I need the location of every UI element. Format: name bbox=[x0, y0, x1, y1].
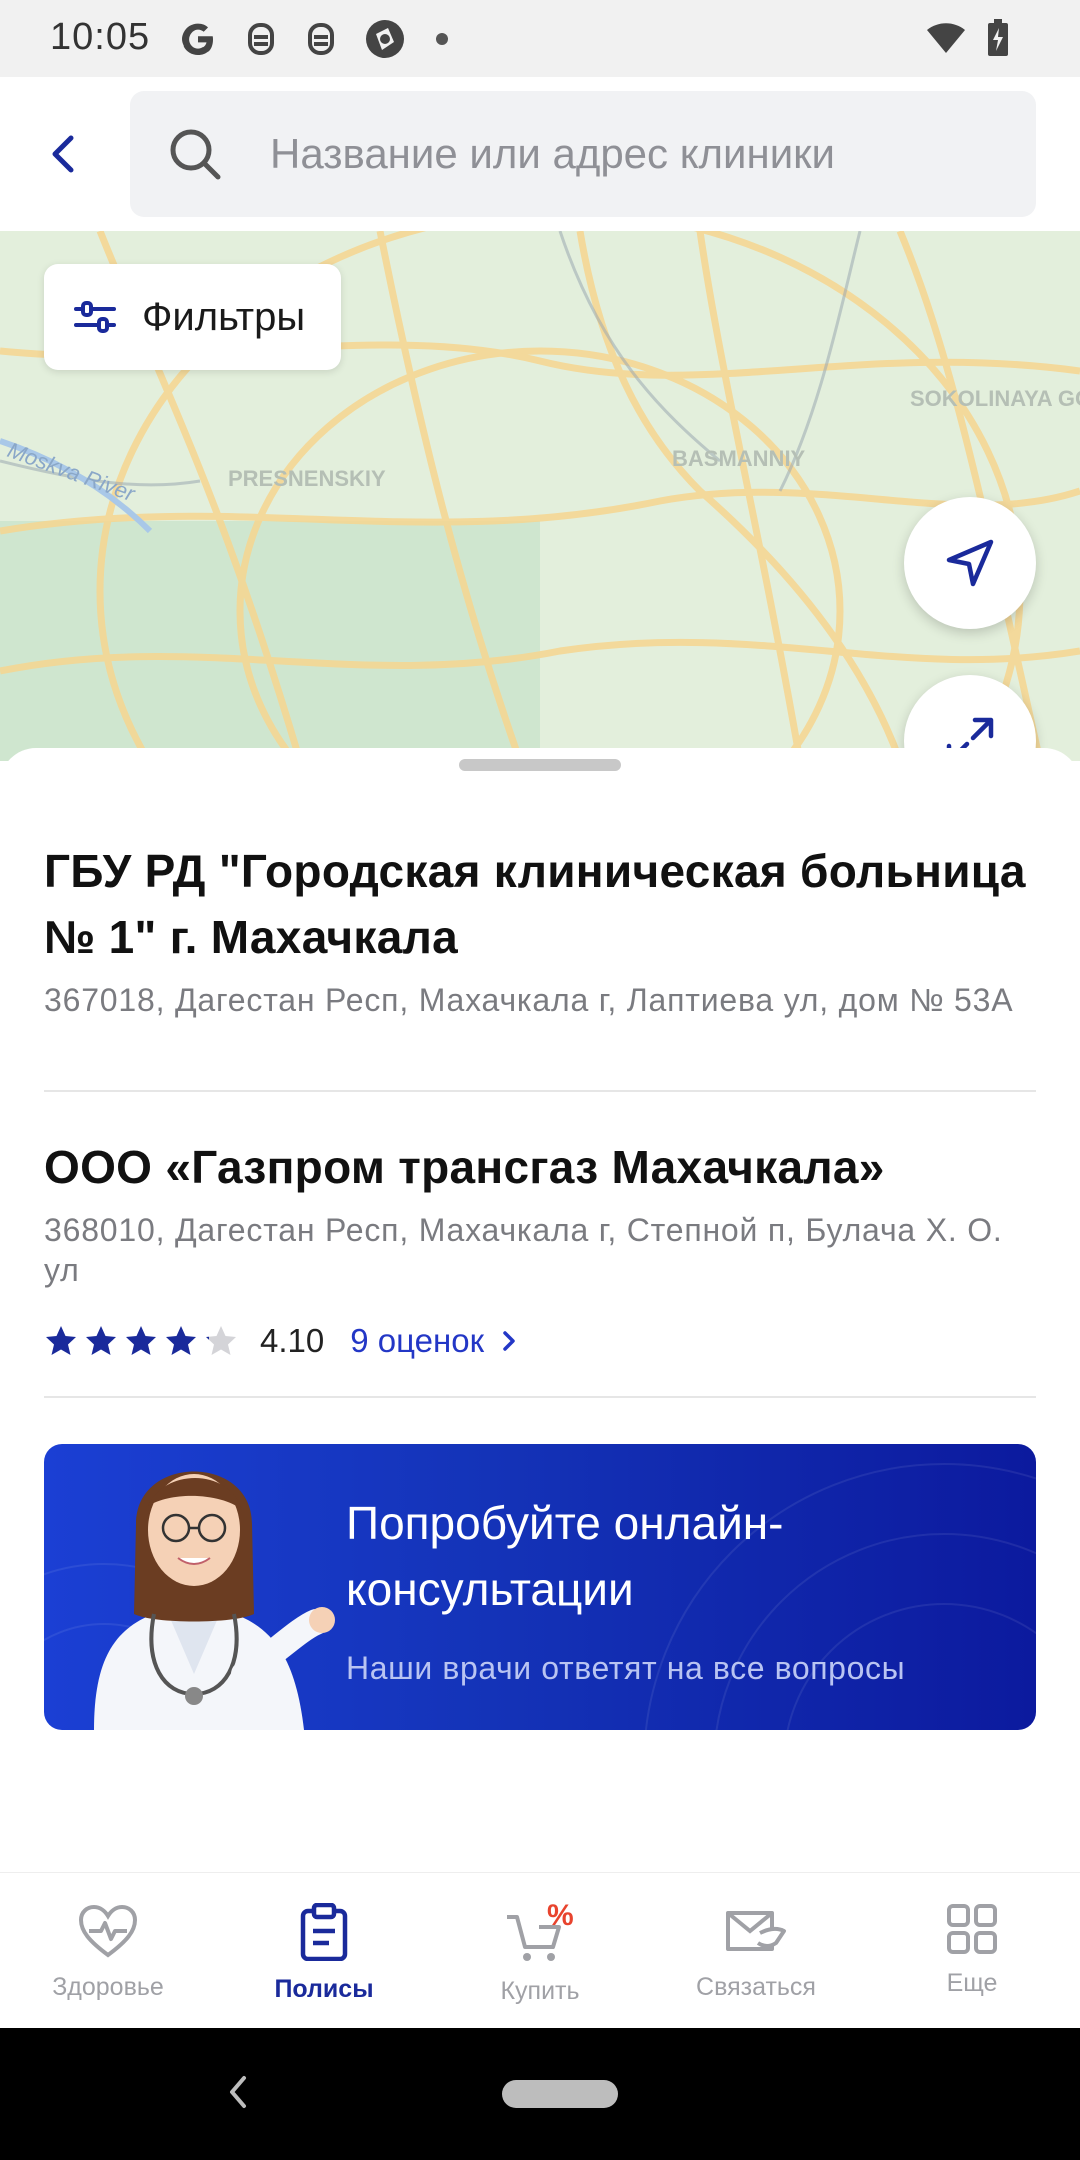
grid-icon bbox=[947, 1904, 997, 1954]
reviews-count: 9 оценок bbox=[350, 1322, 485, 1359]
promo-title: Попробуйте онлайн-консультации bbox=[346, 1497, 784, 1615]
search-icon bbox=[170, 129, 221, 180]
bottom-navigation: Здоровье Полисы % Купить Связаться Еще bbox=[0, 1872, 1080, 2028]
cart-discount-icon: % bbox=[507, 1903, 574, 1961]
nav-label: Связаться bbox=[696, 1973, 816, 2001]
sheet-drag-handle[interactable] bbox=[459, 759, 621, 771]
reviews-link[interactable]: 9 оценок bbox=[350, 1322, 516, 1360]
map-label: BASMANNIY bbox=[672, 446, 806, 471]
divider bbox=[44, 1396, 1036, 1398]
nav-item-contact[interactable]: Связаться bbox=[648, 1873, 864, 2029]
map-label: PRESNENSKIY bbox=[228, 466, 386, 491]
star-icon bbox=[166, 1326, 196, 1355]
sliders-icon bbox=[74, 301, 116, 333]
battery-charging-icon bbox=[988, 19, 1008, 56]
status-notification-icons bbox=[178, 18, 448, 60]
rating-row: 4.10 9 оценок bbox=[44, 1318, 1036, 1364]
nav-item-buy[interactable]: % Купить bbox=[432, 1873, 648, 2029]
system-navigation-bar bbox=[0, 2028, 1080, 2160]
nav-label: Купить bbox=[500, 1977, 580, 2005]
clinic-item[interactable]: ГБУ РД "Городская клиническая больница №… bbox=[44, 838, 1036, 1020]
search-input[interactable] bbox=[270, 91, 1010, 217]
clinic-item[interactable]: ООО «Газпром трансгаз Махачкала» 368010,… bbox=[44, 1134, 1036, 1364]
rating-value: 4.10 bbox=[260, 1322, 325, 1359]
map-label: SOKOLINAYA GORA bbox=[910, 386, 1080, 411]
clinic-address: 367018, Дагестан Респ, Махачкала г, Лапт… bbox=[44, 982, 1014, 1018]
status-system-icons bbox=[926, 18, 1010, 58]
search-box[interactable] bbox=[130, 91, 1036, 217]
online-consultation-banner[interactable]: Попробуйте онлайн-консультации Наши врач… bbox=[44, 1444, 1036, 1730]
map-label: Moskva River bbox=[4, 437, 139, 507]
star-icon bbox=[206, 1326, 236, 1355]
my-location-button[interactable] bbox=[904, 497, 1036, 629]
nav-label: Еще bbox=[946, 1969, 998, 1997]
divider bbox=[44, 1090, 1036, 1092]
clinic-address: 368010, Дагестан Респ, Махачкала г, Степ… bbox=[44, 1212, 1003, 1288]
nav-item-health[interactable]: Здоровье bbox=[0, 1873, 216, 2029]
back-button[interactable] bbox=[36, 117, 92, 191]
wifi-icon bbox=[927, 23, 965, 53]
google-g-icon bbox=[182, 23, 213, 55]
doctor-illustration bbox=[94, 1471, 335, 1730]
map-view[interactable]: PRESNENSKIY BASMANNIY SOKOLINAYA GORA Mo… bbox=[0, 231, 1080, 761]
clinic-title: ГБУ РД "Городская клиническая больница №… bbox=[44, 845, 1026, 963]
notification-icon bbox=[308, 23, 334, 55]
app-icon bbox=[366, 20, 404, 58]
system-back-icon[interactable] bbox=[226, 2072, 250, 2112]
status-bar: 10:05 bbox=[0, 0, 1080, 77]
handshake-mail-icon bbox=[726, 1911, 786, 1951]
clipboard-icon bbox=[300, 1903, 348, 1961]
chevron-right-icon bbox=[503, 1331, 515, 1351]
more-notifications-dot bbox=[436, 33, 448, 45]
chevron-left-icon bbox=[52, 135, 74, 173]
filters-label: Фильтры bbox=[142, 294, 306, 339]
system-home-pill[interactable] bbox=[502, 2080, 618, 2108]
svg-text:%: % bbox=[547, 1903, 574, 1932]
notification-icon bbox=[248, 23, 274, 55]
clinics-bottom-sheet: ГБУ РД "Городская клиническая больница №… bbox=[0, 748, 1080, 1872]
nav-label: Полисы bbox=[274, 1975, 374, 2003]
star-icon bbox=[46, 1326, 76, 1355]
status-time: 10:05 bbox=[50, 16, 151, 58]
nav-item-policies[interactable]: Полисы bbox=[216, 1873, 432, 2029]
star-icon bbox=[86, 1326, 116, 1355]
promo-subtitle: Наши врачи ответят на все вопросы bbox=[346, 1650, 906, 1686]
navigation-arrow-icon bbox=[946, 539, 994, 587]
nav-label: Здоровье bbox=[52, 1973, 164, 2001]
star-icon bbox=[126, 1326, 156, 1355]
filters-button[interactable]: Фильтры bbox=[44, 264, 341, 370]
search-header bbox=[0, 77, 1080, 231]
heart-pulse-icon bbox=[78, 1904, 138, 1958]
rating-stars bbox=[44, 1324, 238, 1358]
nav-item-more[interactable]: Еще bbox=[864, 1873, 1080, 2029]
clinic-title: ООО «Газпром трансгаз Махачкала» bbox=[44, 1141, 885, 1193]
